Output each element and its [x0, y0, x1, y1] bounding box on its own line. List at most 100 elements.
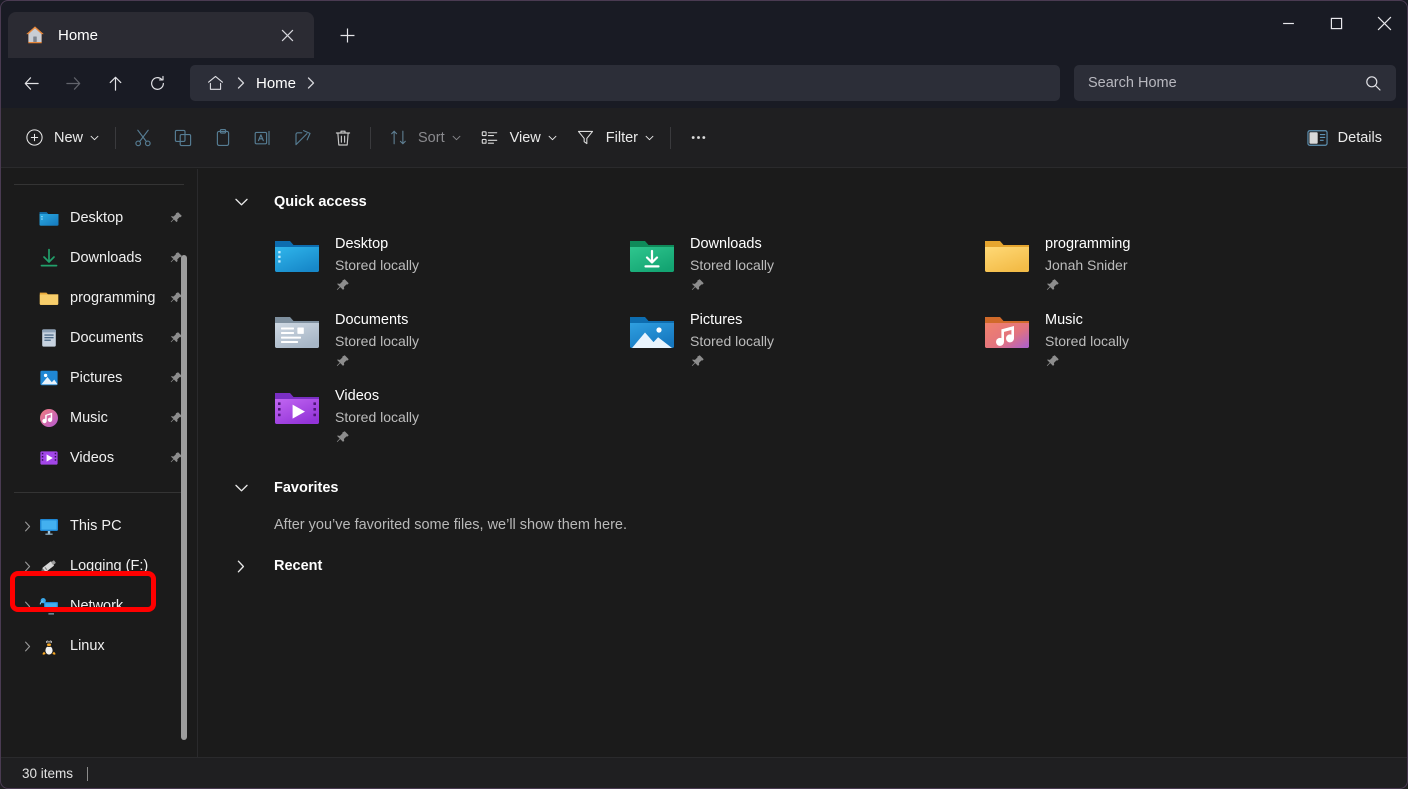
item-count-label: 30 items	[22, 766, 73, 781]
pin-icon[interactable]	[166, 211, 186, 225]
pin-icon[interactable]	[335, 430, 350, 445]
sidebar-item-pictures[interactable]: Pictures	[8, 358, 190, 398]
tile-subtitle: Stored locally	[690, 255, 774, 276]
sidebar-divider-top	[14, 184, 184, 185]
sidebar-item-videos[interactable]: Videos	[8, 438, 190, 478]
sidebar-item-desktop[interactable]: Desktop	[8, 198, 190, 238]
quick-access-tile-downloads[interactable]: Downloads Stored locally	[623, 227, 978, 303]
tab-strip: Home	[0, 0, 366, 58]
documents-folder-icon	[268, 309, 326, 357]
paste-button[interactable]	[203, 120, 243, 156]
search-box[interactable]	[1074, 65, 1396, 101]
tile-text-block: Videos Stored locally	[326, 385, 419, 455]
close-tab-icon[interactable]	[272, 20, 302, 50]
section-title: Recent	[274, 558, 322, 574]
up-button[interactable]	[96, 66, 134, 100]
window-controls	[1264, 0, 1408, 46]
refresh-button[interactable]	[138, 66, 176, 100]
new-button[interactable]: New	[14, 120, 108, 156]
maximize-button[interactable]	[1312, 0, 1360, 46]
chevron-down-icon[interactable]	[228, 475, 254, 501]
sort-icon	[387, 127, 409, 149]
tile-subtitle: Stored locally	[335, 255, 419, 276]
cut-button[interactable]	[123, 120, 163, 156]
folder-icon	[978, 233, 1036, 281]
pin-icon[interactable]	[335, 354, 350, 369]
chevron-right-icon[interactable]	[228, 553, 254, 579]
sort-button[interactable]: Sort	[378, 120, 470, 156]
view-list-icon	[479, 127, 501, 149]
chevron-right-icon[interactable]	[16, 515, 38, 537]
trash-icon	[332, 127, 354, 149]
view-button[interactable]: View	[470, 120, 566, 156]
breadcrumb-segment-home[interactable]: Home	[252, 75, 300, 92]
section-title: Quick access	[274, 194, 367, 210]
status-bar: 30 items	[0, 757, 1408, 789]
expander-placeholder	[16, 327, 38, 349]
share-button[interactable]	[283, 120, 323, 156]
forward-button[interactable]	[54, 66, 92, 100]
sidebar-item-music[interactable]: Music	[8, 398, 190, 438]
new-tab-button[interactable]	[328, 16, 366, 54]
minimize-button[interactable]	[1264, 0, 1312, 46]
chevron-right-icon[interactable]	[16, 635, 38, 657]
search-input[interactable]	[1088, 75, 1358, 91]
pin-icon[interactable]	[1045, 278, 1060, 293]
search-icon[interactable]	[1358, 69, 1388, 97]
sidebar-item-network[interactable]: Network	[8, 586, 190, 626]
pin-icon[interactable]	[1045, 354, 1060, 369]
tile-text-block: Documents Stored locally	[326, 309, 419, 379]
details-pane-button[interactable]: Details	[1295, 120, 1394, 156]
chevron-down-icon	[90, 135, 99, 141]
filter-button[interactable]: Filter	[566, 120, 663, 156]
expander-placeholder	[16, 367, 38, 389]
sidebar-item-documents[interactable]: Documents	[8, 318, 190, 358]
tab-title: Home	[58, 27, 272, 44]
chevron-down-icon	[548, 135, 557, 141]
chevron-down-icon[interactable]	[228, 189, 254, 215]
expander-placeholder	[16, 247, 38, 269]
section-header-favorites[interactable]: Favorites	[198, 471, 1408, 505]
linux-penguin-icon	[38, 635, 60, 657]
quick-access-tile-videos[interactable]: Videos Stored locally	[268, 379, 623, 455]
sidebar-label: Linux	[70, 638, 190, 654]
breadcrumb-chevron-end-icon[interactable]	[300, 77, 322, 89]
breadcrumb-home-icon[interactable]	[200, 70, 230, 96]
pin-icon[interactable]	[690, 354, 705, 369]
quick-access-tile-music[interactable]: Music Stored locally	[978, 303, 1333, 379]
back-button[interactable]	[12, 66, 50, 100]
this-pc-icon	[38, 515, 60, 537]
documents-icon	[38, 327, 60, 349]
delete-button[interactable]	[323, 120, 363, 156]
sidebar-item-this-pc[interactable]: This PC	[8, 506, 190, 546]
sidebar-scrollbar[interactable]	[181, 255, 187, 740]
sidebar-item-logging-f[interactable]: Logging (F:)	[8, 546, 190, 586]
sidebar-item-linux[interactable]: Linux	[8, 626, 190, 666]
pin-icon[interactable]	[335, 278, 350, 293]
tab-home[interactable]: Home	[8, 12, 314, 58]
sidebar-item-downloads[interactable]: Downloads	[8, 238, 190, 278]
tile-text-block: Desktop Stored locally	[326, 233, 419, 303]
quick-access-tile-desktop[interactable]: Desktop Stored locally	[268, 227, 623, 303]
sidebar-label: Desktop	[70, 210, 166, 226]
chevron-right-icon[interactable]	[16, 595, 38, 617]
section-header-recent[interactable]: Recent	[198, 549, 1408, 583]
navigation-sidebar[interactable]: Desktop Downloads	[0, 169, 198, 757]
sidebar-item-programming[interactable]: programming	[8, 278, 190, 318]
rename-button[interactable]	[243, 120, 283, 156]
see-more-button[interactable]	[678, 120, 718, 156]
expander-placeholder	[16, 207, 38, 229]
section-header-quick-access[interactable]: Quick access	[198, 185, 1408, 219]
copy-button[interactable]	[163, 120, 203, 156]
plus-circle-icon	[23, 127, 45, 149]
pin-icon[interactable]	[690, 278, 705, 293]
quick-access-tile-pictures[interactable]: Pictures Stored locally	[623, 303, 978, 379]
close-window-button[interactable]	[1360, 0, 1408, 46]
chevron-right-icon[interactable]	[16, 555, 38, 577]
filter-funnel-icon	[575, 127, 597, 149]
quick-access-tile-documents[interactable]: Documents Stored locally	[268, 303, 623, 379]
breadcrumb[interactable]: Home	[190, 65, 1060, 101]
tile-text-block: Downloads Stored locally	[681, 233, 774, 303]
sidebar-label: Logging (F:)	[70, 558, 190, 574]
quick-access-tile-programming[interactable]: programming Jonah Snider	[978, 227, 1333, 303]
